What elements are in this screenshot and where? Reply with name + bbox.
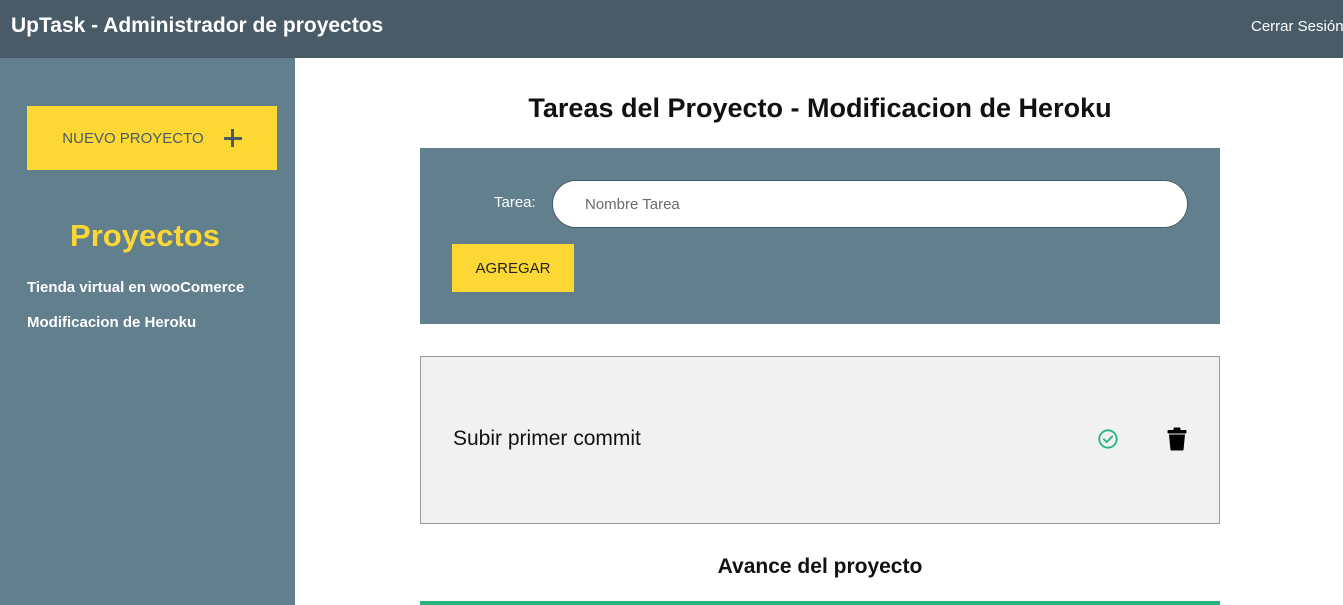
project-link[interactable]: Modificacion de Heroku (27, 314, 196, 331)
logout-link[interactable]: Cerrar Sesión (1251, 18, 1343, 35)
project-link[interactable]: Tienda virtual en wooComerce (27, 279, 244, 296)
add-task-button[interactable]: AGREGAR (452, 244, 574, 292)
new-project-button[interactable]: NUEVO PROYECTO (27, 106, 277, 170)
top-bar: UpTask - Administrador de proyectos Cerr… (0, 0, 1343, 58)
task-name: Subir primer commit (453, 427, 641, 450)
task-name-input[interactable] (552, 180, 1188, 228)
new-task-form: Tarea: AGREGAR (420, 148, 1220, 324)
page-title: Tareas del Proyecto - Modificacion de He… (528, 93, 1112, 123)
plus-icon (223, 129, 242, 147)
task-field-label: Tarea: (494, 194, 536, 211)
app-title: UpTask - Administrador de proyectos (11, 14, 384, 37)
new-project-label: NUEVO PROYECTO (62, 129, 204, 147)
trash-icon[interactable] (1167, 427, 1187, 451)
task-item: Subir primer commit (420, 356, 1220, 524)
progress-bar (420, 601, 1220, 605)
progress-fill (420, 601, 1220, 605)
sidebar: NUEVO PROYECTO Proyectos Tienda virtual … (0, 58, 295, 605)
sidebar-heading: Proyectos (70, 218, 220, 253)
check-circle-icon[interactable] (1097, 428, 1119, 450)
progress-title: Avance del proyecto (717, 555, 923, 578)
